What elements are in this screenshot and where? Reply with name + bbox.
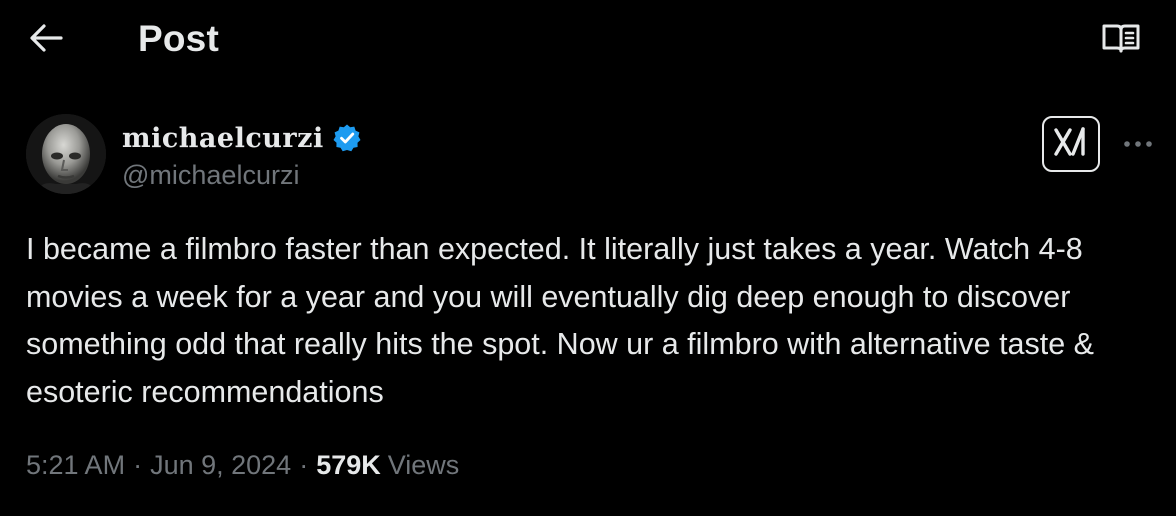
meta-separator: ·	[133, 450, 143, 480]
user-handle[interactable]: @michaelcurzi	[122, 160, 299, 191]
open-book-icon	[1101, 22, 1141, 59]
tweet-time[interactable]: 5:21 AM	[26, 450, 125, 481]
header: Post	[0, 0, 1176, 80]
verified-badge-icon[interactable]	[332, 123, 362, 153]
display-name[interactable]: michaelcurzi	[122, 123, 324, 154]
arrow-left-icon	[29, 23, 63, 58]
post-page: Post michaelcurzi @michaelcurzi I became…	[0, 0, 1176, 516]
avatar[interactable]	[26, 114, 106, 194]
back-button[interactable]	[26, 22, 66, 58]
views-label: Views	[387, 450, 460, 480]
tweet-text: I became a filmbro faster than expected.…	[26, 232, 1103, 409]
grok-button[interactable]	[1042, 116, 1100, 172]
meta-separator: ·	[299, 450, 309, 480]
display-name-row[interactable]: michaelcurzi	[122, 120, 362, 156]
grok-icon	[1053, 125, 1089, 164]
tweet-meta: 5:21 AM · Jun 9, 2024 · 579K Views	[26, 450, 459, 481]
more-options-button[interactable]	[1120, 128, 1156, 160]
reader-mode-button[interactable]	[1098, 20, 1144, 60]
tweet-date[interactable]: Jun 9, 2024	[150, 450, 291, 481]
page-title: Post	[138, 18, 219, 59]
views-count: 579K	[316, 450, 381, 480]
more-horizontal-icon	[1123, 135, 1153, 153]
